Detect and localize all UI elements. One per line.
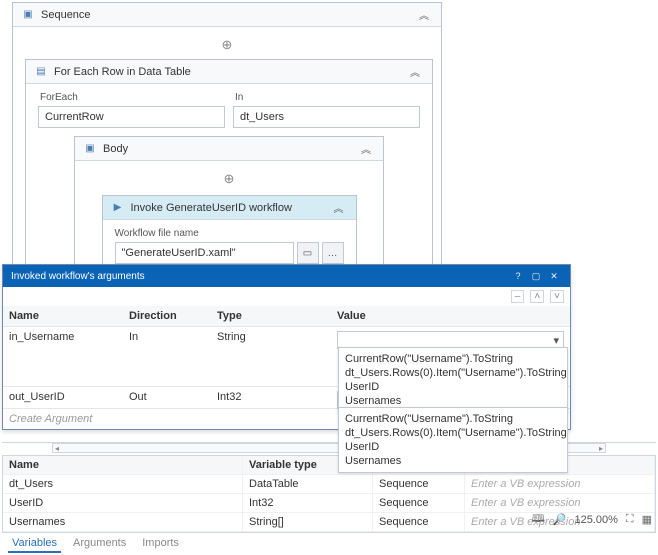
arg-direction[interactable]: Out — [123, 387, 211, 408]
zoom-level[interactable]: 125.00% — [574, 514, 617, 526]
tab-variables[interactable]: Variables — [8, 535, 61, 553]
sequence-title: Sequence — [41, 9, 415, 21]
suggestion-item[interactable]: UserID — [345, 380, 561, 394]
status-bar: 🕮 🔎 125.00% ⛶ ▦ — [532, 510, 652, 529]
panel-tabs: Variables Arguments Imports — [2, 533, 656, 555]
dialog-titlebar[interactable]: Invoked workflow's arguments ? ▢ ✕ — [3, 265, 570, 287]
collapse-icon[interactable]: ︽ — [330, 200, 348, 215]
foreach-variable-value: CurrentRow — [45, 111, 104, 123]
var-name[interactable]: Usernames — [3, 513, 243, 531]
var-scope[interactable]: Sequence — [373, 494, 465, 512]
suggestion-item[interactable]: CurrentRow("Username").ToString — [345, 412, 561, 426]
suggestion-item[interactable]: Usernames — [345, 454, 561, 468]
maximize-button[interactable]: ▢ — [528, 269, 544, 283]
suggestion-item[interactable]: CurrentRow("Username").ToString — [345, 352, 561, 366]
foreach-icon: ▤ — [34, 65, 48, 79]
close-button[interactable]: ✕ — [546, 269, 562, 283]
suggestion-item[interactable]: dt_Users.Rows(0).Item("Username").ToStri… — [345, 366, 561, 380]
suggestion-item[interactable]: Usernames — [345, 394, 561, 408]
arguments-header-row: Name Direction Type Value — [3, 306, 570, 327]
arguments-grid: Name Direction Type Value in_Username In… — [3, 306, 570, 429]
move-down-button[interactable]: ˅ — [550, 290, 564, 303]
var-scope[interactable]: Sequence — [373, 475, 465, 493]
overview-icon[interactable]: ▦ — [642, 513, 652, 526]
search-icon[interactable]: 🔎 — [553, 513, 567, 526]
body-title: Body — [103, 143, 357, 155]
collapse-icon[interactable]: ︽ — [357, 141, 375, 156]
add-activity-button[interactable]: ⊕ — [87, 169, 371, 189]
invoke-title: Invoke GenerateUserID workflow — [131, 202, 330, 214]
add-activity-button[interactable]: ⊕ — [25, 35, 429, 55]
tab-arguments[interactable]: Arguments — [69, 535, 130, 553]
collapse-icon[interactable]: ︽ — [406, 64, 424, 79]
var-type[interactable]: String[] — [243, 513, 373, 531]
body-icon: ▣ — [83, 142, 97, 156]
browse-file-button[interactable]: … — [322, 242, 344, 264]
tab-imports[interactable]: Imports — [138, 535, 183, 553]
var-default[interactable]: Enter a VB expression — [465, 475, 655, 493]
foreach-label: ForEach — [38, 92, 225, 103]
col-direction[interactable]: Direction — [123, 306, 211, 326]
browse-folder-button[interactable]: ▭ — [297, 242, 319, 264]
arg-type[interactable]: String — [211, 327, 331, 386]
autocomplete-popup[interactable]: CurrentRow("Username").ToString dt_Users… — [338, 347, 568, 413]
autocomplete-popup[interactable]: CurrentRow("Username").ToString dt_Users… — [338, 407, 568, 473]
sequence-header[interactable]: ▣ Sequence ︽ — [13, 3, 441, 27]
in-label: In — [233, 92, 420, 103]
arg-type[interactable]: Int32 — [211, 387, 331, 408]
foreach-collection-value: dt_Users — [240, 111, 284, 123]
dialog-title: Invoked workflow's arguments — [11, 271, 508, 282]
dialog-toolbar: – ˄ ˅ — [3, 287, 570, 306]
invoke-icon: ▶ — [111, 201, 125, 215]
workflow-file-input[interactable]: "GenerateUserID.xaml" — [115, 242, 294, 264]
invoked-arguments-dialog[interactable]: Invoked workflow's arguments ? ▢ ✕ – ˄ ˅… — [2, 264, 571, 430]
foreach-variable-input[interactable]: CurrentRow — [38, 106, 225, 128]
collapse-icon[interactable]: ︽ — [415, 7, 433, 22]
foreach-collection-input[interactable]: dt_Users — [233, 106, 420, 128]
fit-screen-icon[interactable]: ⛶ — [626, 513, 634, 526]
arg-value-cell[interactable]: ▾ CurrentRow("Username").ToString dt_Use… — [331, 327, 570, 386]
col-name[interactable]: Name — [3, 306, 123, 326]
var-type[interactable]: Int32 — [243, 494, 373, 512]
col-type[interactable]: Type — [211, 306, 331, 326]
argument-row[interactable]: in_Username In String ▾ CurrentRow("User… — [3, 327, 570, 387]
foreach-inputs: ForEach CurrentRow In dt_Users — [38, 92, 420, 128]
invoke-header[interactable]: ▶ Invoke GenerateUserID workflow ︽ — [103, 196, 356, 220]
arg-name: in_Username — [3, 327, 123, 386]
arg-name: out_UserID — [3, 387, 123, 408]
var-name[interactable]: UserID — [3, 494, 243, 512]
sequence-icon: ▣ — [21, 8, 35, 22]
body-header[interactable]: ▣ Body ︽ — [75, 137, 383, 161]
workflow-file-value: "GenerateUserID.xaml" — [122, 247, 236, 259]
suggestion-item[interactable]: dt_Users.Rows(0).Item("Username").ToStri… — [345, 426, 561, 440]
help-button[interactable]: ? — [510, 269, 526, 283]
suggestion-item[interactable]: UserID — [345, 440, 561, 454]
foreach-header[interactable]: ▤ For Each Row in Data Table ︽ — [26, 60, 432, 84]
var-type[interactable]: DataTable — [243, 475, 373, 493]
col-value[interactable]: Value — [331, 306, 570, 326]
bookmark-icon[interactable]: 🕮 — [532, 510, 545, 529]
var-scope[interactable]: Sequence — [373, 513, 465, 531]
foreach-title: For Each Row in Data Table — [54, 66, 406, 78]
col-name[interactable]: Name — [3, 456, 243, 474]
var-name[interactable]: dt_Users — [3, 475, 243, 493]
workflow-file-label: Workflow file name — [115, 228, 344, 239]
collapse-all-button[interactable]: – — [511, 290, 525, 303]
variable-row[interactable]: dt_Users DataTable Sequence Enter a VB e… — [3, 475, 655, 494]
move-up-button[interactable]: ˄ — [530, 290, 544, 303]
arg-direction[interactable]: In — [123, 327, 211, 386]
